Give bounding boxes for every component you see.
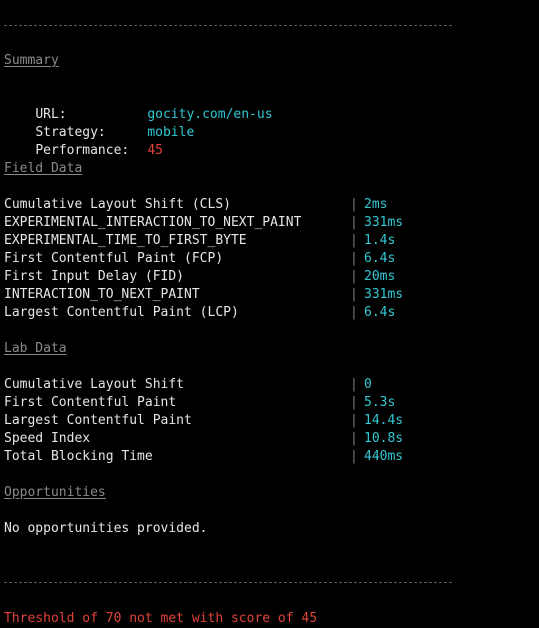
metric-label: INTERACTION_TO_NEXT_PAINT bbox=[4, 287, 200, 302]
metric-label: Total Blocking Time bbox=[4, 449, 153, 464]
metric-value: 331ms bbox=[364, 287, 404, 302]
column-separator: | bbox=[350, 395, 358, 410]
lab-data-row: Largest Contentful Paint | 14.4s bbox=[4, 412, 524, 430]
metric-value: 331ms bbox=[364, 215, 404, 230]
metric-value: 2ms bbox=[364, 197, 388, 212]
field-data-row: Largest Contentful Paint (LCP) | 6.4s bbox=[4, 304, 524, 322]
column-separator: | bbox=[350, 449, 358, 464]
metric-label: Cumulative Layout Shift bbox=[4, 377, 185, 392]
column-separator: | bbox=[350, 377, 358, 392]
column-separator: | bbox=[350, 287, 358, 302]
metric-label: First Contentful Paint bbox=[4, 395, 177, 410]
performance-line: Performance: 45 bbox=[4, 124, 163, 158]
metric-value: 10.8s bbox=[364, 431, 404, 446]
url-line: URL: gocity.com/en-us bbox=[4, 88, 272, 122]
metric-label: First Contentful Paint (FCP) bbox=[4, 251, 224, 266]
metric-value: 20ms bbox=[364, 269, 396, 284]
metric-value: 0 bbox=[364, 377, 372, 392]
terminal-output[interactable]: Summary URL: gocity.com/en-us Strategy: mo… bbox=[0, 0, 539, 627]
column-separator: | bbox=[350, 215, 358, 230]
divider-top bbox=[4, 25, 452, 26]
lab-data-row: Cumulative Layout Shift | 0 bbox=[4, 376, 524, 394]
opportunities-message: No opportunities provided. bbox=[4, 521, 208, 536]
divider-bottom bbox=[4, 582, 452, 583]
lab-data-row: First Contentful Paint | 5.3s bbox=[4, 394, 524, 412]
field-data-row: First Contentful Paint (FCP) | 6.4s bbox=[4, 250, 524, 268]
performance-score: 45 bbox=[147, 143, 163, 158]
metric-label: First Input Delay (FID) bbox=[4, 269, 185, 284]
metric-label: EXPERIMENTAL_INTERACTION_TO_NEXT_PAINT bbox=[4, 215, 302, 230]
lab-data-row: Total Blocking Time | 440ms bbox=[4, 448, 524, 466]
metric-value: 5.3s bbox=[364, 395, 396, 410]
metric-label: Largest Contentful Paint bbox=[4, 413, 192, 428]
column-separator: | bbox=[350, 431, 358, 446]
field-data-row: EXPERIMENTAL_INTERACTION_TO_NEXT_PAINT |… bbox=[4, 214, 524, 232]
threshold-result-message: Threshold of 70 not met with score of 45 bbox=[4, 611, 318, 626]
lab-data-heading: Lab Data bbox=[4, 341, 67, 356]
metric-label: Cumulative Layout Shift (CLS) bbox=[4, 197, 231, 212]
metric-label: EXPERIMENTAL_TIME_TO_FIRST_BYTE bbox=[4, 233, 247, 248]
strategy-line: Strategy: mobile bbox=[4, 106, 194, 140]
column-separator: | bbox=[350, 197, 358, 212]
field-data-row: EXPERIMENTAL_TIME_TO_FIRST_BYTE | 1.4s bbox=[4, 232, 524, 250]
performance-label: Performance: bbox=[35, 143, 130, 158]
opportunities-heading: Opportunities bbox=[4, 485, 106, 500]
field-data-row: First Input Delay (FID) | 20ms bbox=[4, 268, 524, 286]
metric-value: 1.4s bbox=[364, 233, 396, 248]
field-data-row: INTERACTION_TO_NEXT_PAINT | 331ms bbox=[4, 286, 524, 304]
metric-label: Speed Index bbox=[4, 431, 91, 446]
column-separator: | bbox=[350, 233, 358, 248]
lab-data-row: Speed Index | 10.8s bbox=[4, 430, 524, 448]
metric-value: 440ms bbox=[364, 449, 404, 464]
field-data-row: Cumulative Layout Shift (CLS) | 2ms bbox=[4, 196, 524, 214]
field-data-heading: Field Data bbox=[4, 161, 83, 176]
metric-value: 14.4s bbox=[364, 413, 404, 428]
column-separator: | bbox=[350, 305, 358, 320]
column-separator: | bbox=[350, 413, 358, 428]
column-separator: | bbox=[350, 269, 358, 284]
column-separator: | bbox=[350, 251, 358, 266]
metric-label: Largest Contentful Paint (LCP) bbox=[4, 305, 239, 320]
metric-value: 6.4s bbox=[364, 251, 396, 266]
metric-value: 6.4s bbox=[364, 305, 396, 320]
summary-heading: Summary bbox=[4, 53, 59, 68]
